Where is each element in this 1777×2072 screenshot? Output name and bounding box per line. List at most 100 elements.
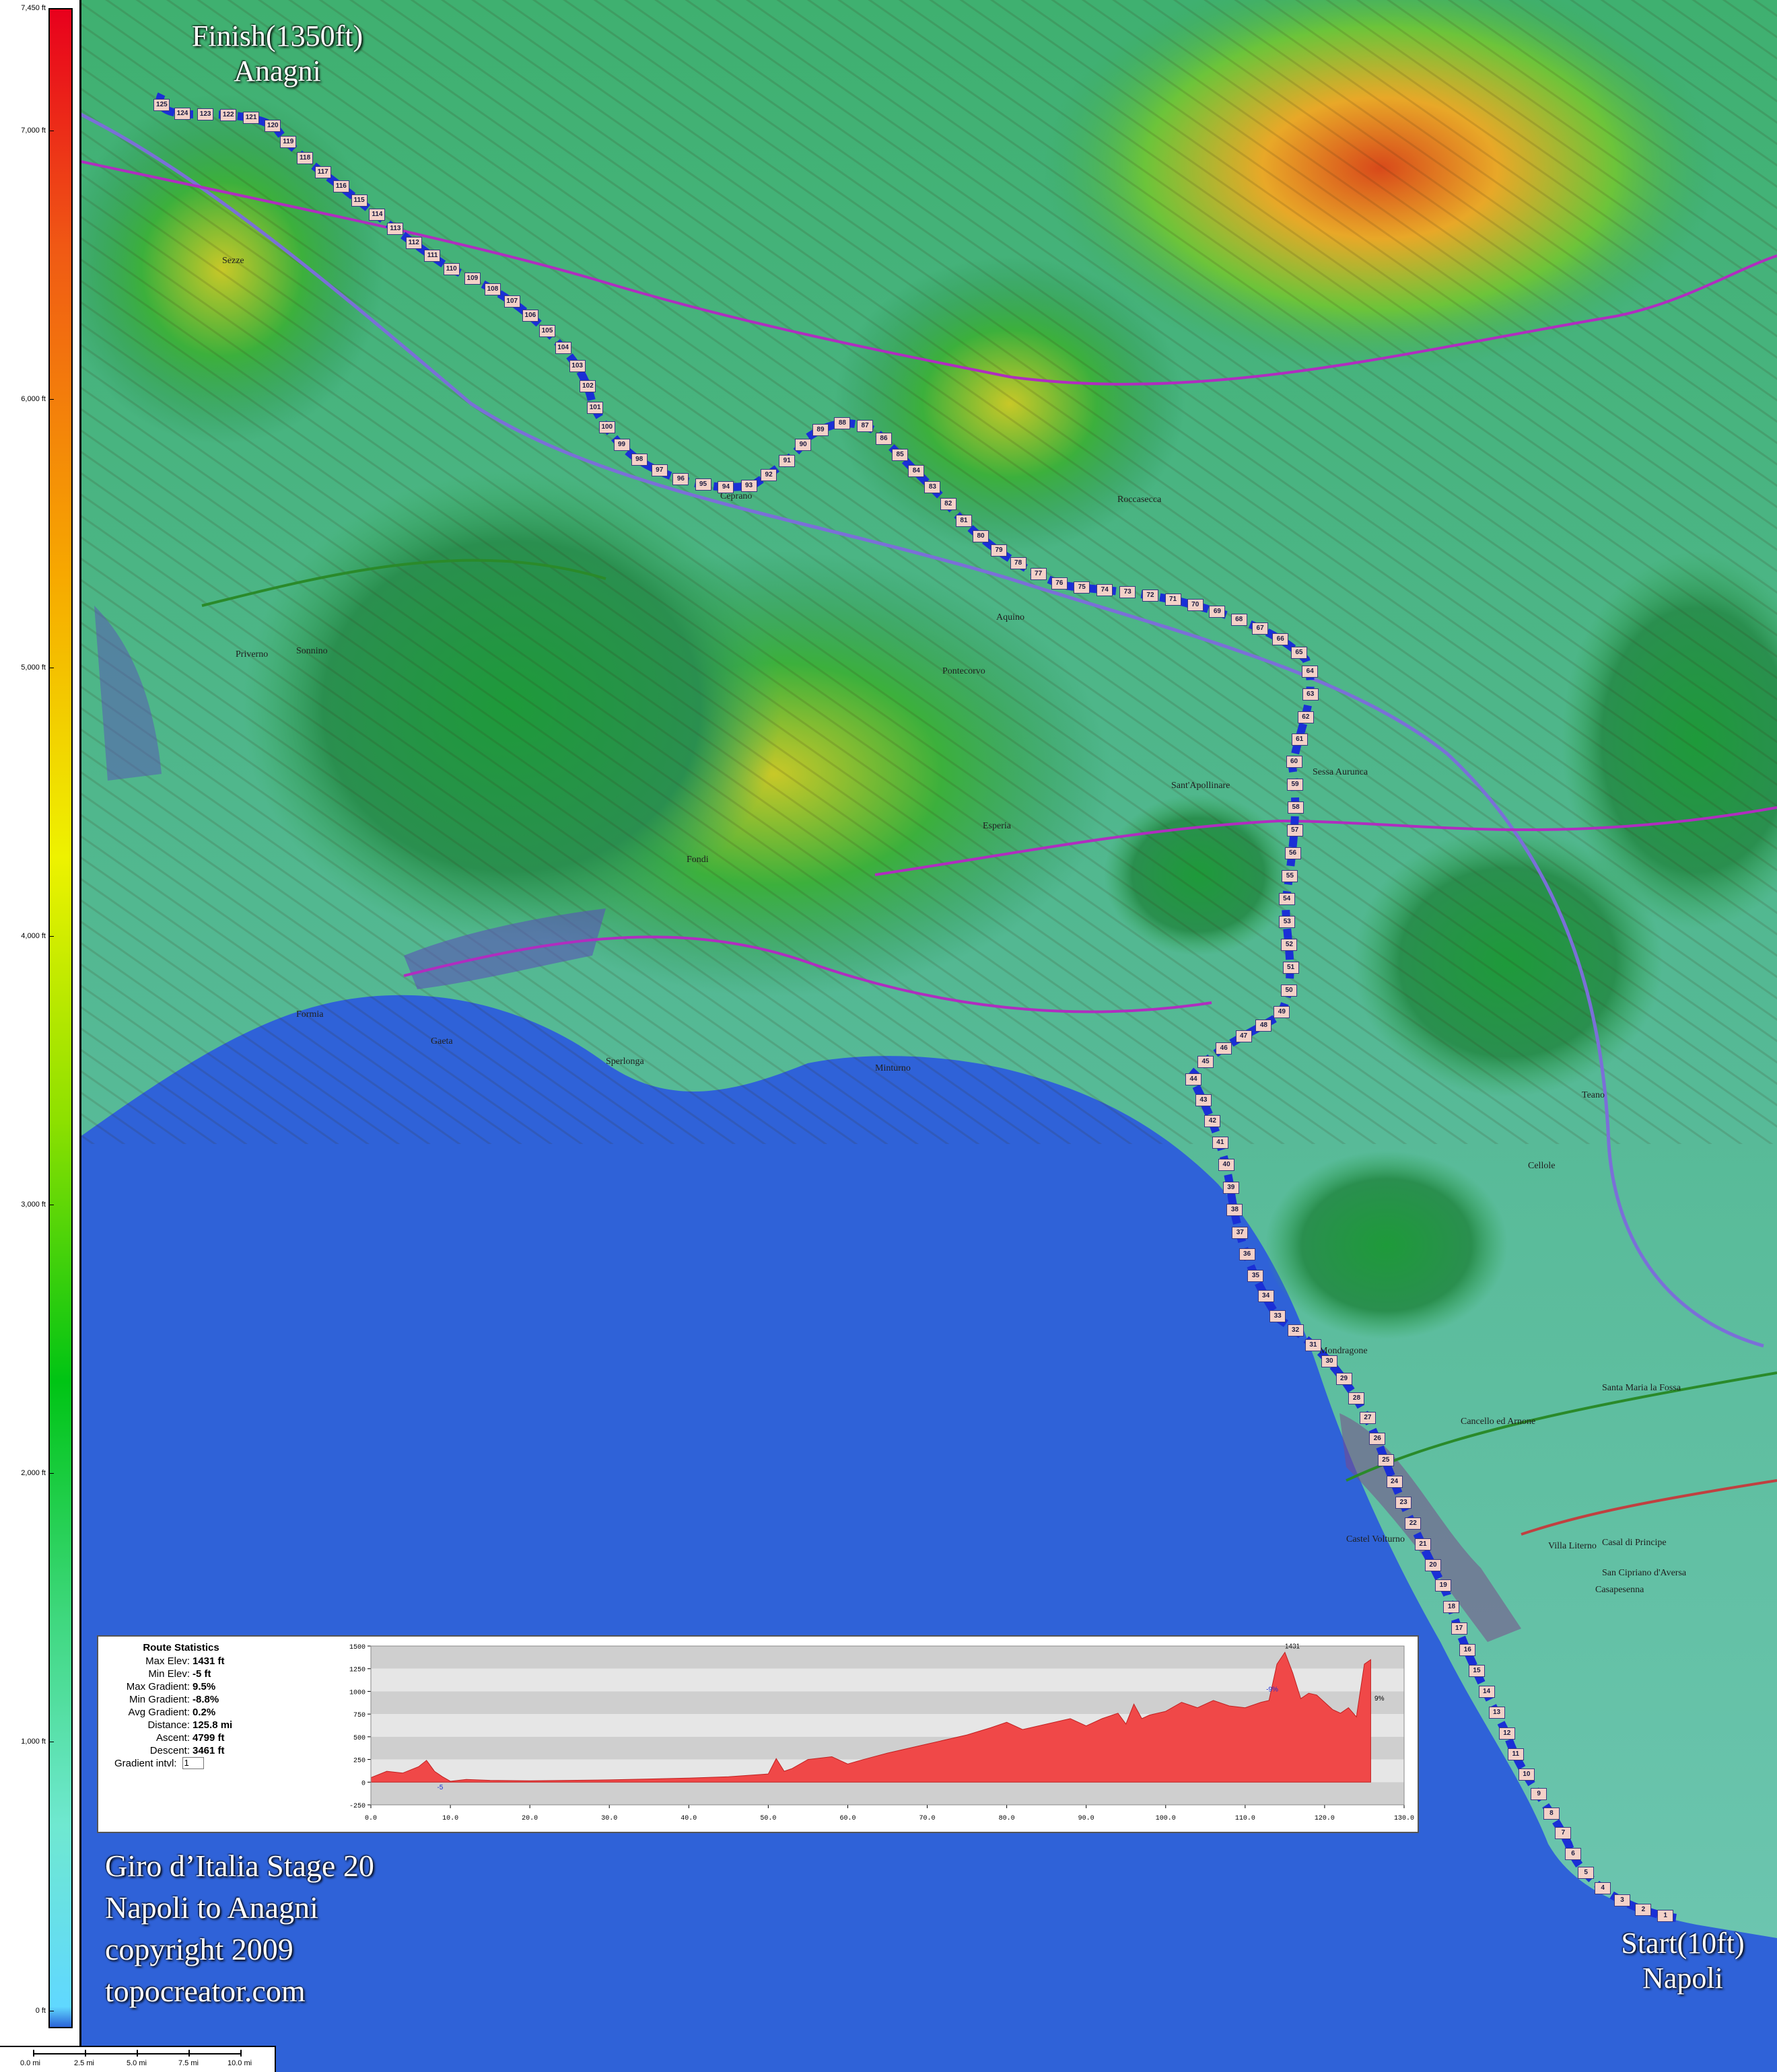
elevation-tick: 4,000 ft [4,932,54,940]
stat-row: Distance: 125.8 mi [104,1719,258,1731]
credit-line-route: Napoli to Anagni [105,1890,318,1925]
stat-label: Min Elev: [148,1668,190,1680]
scale-tick-label: 2.5 mi [74,2059,94,2067]
route-distance-marker: 70 [1187,599,1204,612]
route-distance-marker: 74 [1096,583,1113,596]
chart-grid-band [371,1646,1404,1669]
place-label: Castel Volturno [1346,1534,1405,1544]
route-distance-marker: 102 [580,380,596,392]
elevation-tick: 0 ft [4,2007,54,2015]
route-distance-marker: 10 [1518,1769,1535,1781]
route-distance-marker: 1 [1657,1910,1674,1923]
route-distance-marker: 21 [1414,1538,1431,1551]
route-distance-marker: 82 [940,498,956,511]
place-label: Sperlonga [606,1057,644,1067]
route-distance-marker: 64 [1302,666,1319,678]
route-distance-marker: 37 [1232,1226,1249,1239]
route-distance-marker: 68 [1230,613,1247,626]
route-distance-marker: 28 [1348,1392,1365,1404]
y-tick-label: 1500 [349,1644,365,1651]
route-distance-marker: 123 [197,108,214,121]
route-distance-marker: 90 [795,438,812,451]
chart-annotation: 1431 [1285,1643,1300,1650]
place-label: Teano [1582,1090,1605,1100]
route-distance-marker: 95 [695,478,711,491]
route-distance-marker: 109 [464,272,481,285]
route-distance-marker: 69 [1209,606,1226,618]
route-distance-marker: 116 [333,180,349,192]
gradient-interval-input[interactable]: 1 [182,1757,204,1769]
route-distance-marker: 22 [1405,1517,1422,1530]
route-distance-marker: 65 [1290,646,1307,659]
route-distance-marker: 32 [1287,1324,1304,1336]
route-distance-marker: 26 [1369,1433,1386,1445]
route-distance-marker: 73 [1119,586,1136,599]
scale-tick-label: 10.0 mi [228,2059,252,2067]
route-distance-marker: 50 [1281,984,1298,997]
x-tick-label: 40.0 [681,1815,697,1822]
y-tick-label: 0 [361,1780,365,1787]
y-tick-label: 500 [353,1735,365,1742]
route-distance-marker: 100 [598,421,615,434]
x-tick-label: 30.0 [601,1815,617,1822]
route-distance-marker: 34 [1257,1290,1274,1303]
route-distance-marker: 33 [1269,1310,1286,1322]
route-distance-marker: 119 [280,136,297,149]
stat-label: Distance: [147,1719,190,1731]
route-distance-marker: 55 [1282,869,1298,882]
stat-row: Max Elev: 1431 ft [104,1655,258,1668]
route-distance-marker: 96 [672,473,689,486]
route-distance-marker: 114 [369,209,386,221]
stat-value: 1431 ft [193,1655,225,1667]
route-distance-marker: 61 [1291,733,1308,746]
route-distance-marker: 43 [1195,1094,1212,1106]
credit-line-website: topocreator.com [105,1974,306,2008]
route-distance-marker: 35 [1247,1269,1264,1282]
stat-row: Min Gradient: -8.8% [104,1693,258,1706]
route-distance-marker: 72 [1142,589,1158,602]
route-distance-marker: 51 [1282,961,1299,974]
route-distance-marker: 104 [555,341,571,354]
place-label: Casapesenna [1595,1585,1644,1595]
route-distance-marker: 46 [1216,1042,1232,1055]
place-label: San Cipriano d'Aversa [1602,1568,1687,1578]
route-distance-marker: 99 [613,439,630,452]
scale-tick-label: 7.5 mi [178,2059,199,2067]
route-distance-marker: 91 [779,455,796,467]
y-tick-label: 250 [353,1758,365,1765]
route-distance-marker: 18 [1443,1601,1460,1614]
route-distance-marker: 52 [1281,938,1298,951]
route-distance-marker: 118 [297,151,314,164]
place-label: Santa Maria la Fossa [1602,1383,1681,1393]
route-distance-marker: 60 [1286,755,1302,768]
route-distance-marker: 98 [631,454,648,466]
stat-row: Max Gradient: 9.5% [104,1680,258,1693]
route-distance-marker: 29 [1335,1373,1352,1386]
map-credit: Giro d’Italia Stage 20 Napoli to Anagni … [105,1845,374,2012]
scale-tick-label: 0.0 mi [20,2059,40,2067]
route-distance-marker: 24 [1386,1475,1403,1488]
route-distance-marker: 7 [1555,1826,1572,1839]
y-tick-label: 750 [353,1712,365,1719]
distance-scale-bar: 0.0 mi 2.5 mi 5.0 mi 7.5 mi 10.0 mi [0,2046,276,2072]
elevation-legend: 7,450 ft 7,000 ft 6,000 ft 5,000 ft 4,00… [0,0,81,2071]
x-tick-label: 20.0 [522,1815,538,1822]
elevation-tick: 1,000 ft [4,1738,54,1746]
route-distance-marker: 31 [1304,1338,1321,1351]
route-distance-marker: 89 [812,424,829,437]
route-distance-marker: 5 [1578,1866,1595,1879]
route-distance-marker: 112 [405,236,422,249]
elevation-color-scale [48,8,73,2028]
place-label: Cellole [1528,1161,1556,1171]
stat-value: -5 ft [193,1668,211,1680]
stat-row: Descent: 3461 ft [104,1744,258,1757]
route-distance-marker: 125 [153,99,170,112]
x-tick-label: 110.0 [1235,1815,1255,1822]
stat-label: Ascent: [155,1732,190,1744]
route-distance-marker: 101 [587,402,604,414]
route-distance-marker: 71 [1164,594,1181,606]
x-tick-label: 100.0 [1156,1815,1176,1822]
credit-line-copyright: copyright 2009 [105,1932,293,1966]
x-tick-label: 60.0 [839,1815,856,1822]
topographic-map: 7,450 ft 7,000 ft 6,000 ft 5,000 ft 4,00… [0,0,1777,2072]
